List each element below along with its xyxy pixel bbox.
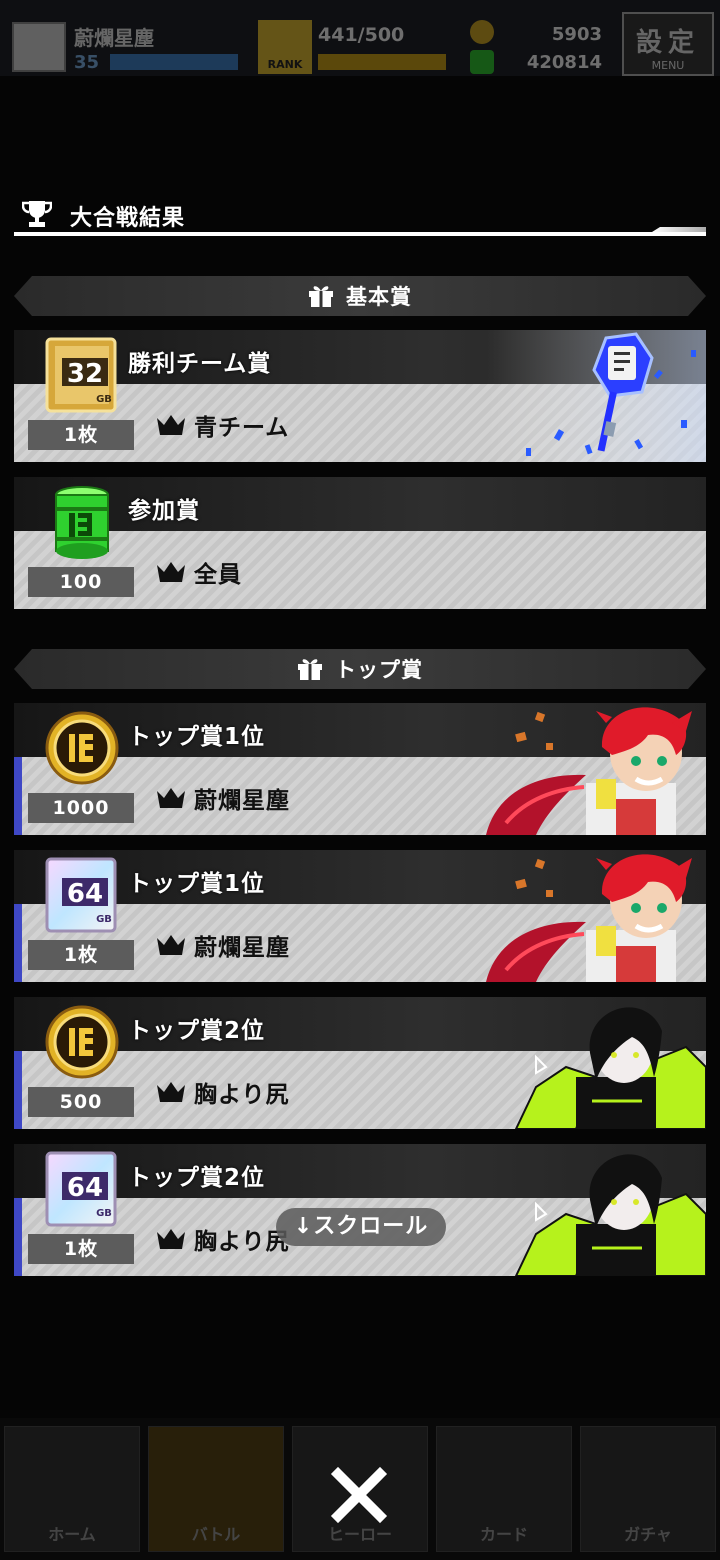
rank-badge: RANK [258, 20, 312, 74]
top-status-bar: 蔚爛星塵 35 RANK 441/500 5903 420814 設定 MENU [0, 0, 720, 76]
gift-icon [308, 284, 334, 308]
award-card: トップ賞2位 胸より尻 500 [14, 997, 706, 1129]
award-winner: 胸より尻 [156, 1075, 290, 1109]
chip-unit: GB [96, 1208, 112, 1219]
section-basic-award: 基本賞 [14, 276, 706, 316]
award-card: 32 GB 勝利チーム賞 青チーム 1枚 [14, 330, 706, 462]
award-card: 参加賞 全員 100 [14, 477, 706, 609]
award-winner: 青チーム [156, 408, 289, 442]
red-hair-character [486, 707, 692, 835]
settings-menu-button: 設定 MENU [622, 12, 714, 76]
gb-barrel-icon [470, 50, 494, 74]
results-header: 大合戦結果 [14, 196, 706, 238]
menu-label: MENU [651, 59, 685, 72]
stamina-bar [318, 54, 446, 70]
gift-icon [297, 657, 323, 681]
crown-icon [157, 1229, 185, 1249]
nav-gacha: ガチャ [580, 1426, 716, 1552]
award-card: トップ賞1位 蔚爛星塵 1000 [14, 703, 706, 835]
gold-coin-icon [470, 20, 494, 44]
award-winner: 蔚爛星塵 [156, 781, 290, 815]
player-level: 35 [74, 52, 100, 73]
black-hair-character [514, 1154, 706, 1276]
award-name: トップ賞2位 [128, 1165, 266, 1191]
award-quantity: 1000 [28, 793, 134, 823]
crown-icon [157, 562, 185, 582]
player-avatar [12, 22, 66, 72]
rank-accent-bar [14, 904, 22, 982]
award-card: 64 GB トップ賞1位 蔚爛星塵 1枚 [14, 850, 706, 982]
winner-name: 青チーム [194, 415, 290, 441]
player-name: 蔚爛星塵 [74, 26, 154, 50]
key-art [486, 330, 706, 462]
nav-home: ホーム [4, 1426, 140, 1552]
nav-battle: バトル [148, 1426, 284, 1552]
nav-card: カード [436, 1426, 572, 1552]
chip-64gb-icon: 64 GB [45, 857, 117, 933]
chip-64gb-icon: 64 GB [45, 1151, 117, 1227]
close-icon[interactable] [330, 1466, 388, 1524]
red-hair-character [486, 854, 692, 982]
award-quantity: 1枚 [28, 940, 134, 970]
award-winner: 胸より尻 [156, 1222, 290, 1256]
gb-amount: 420814 [526, 52, 602, 73]
scroll-hint[interactable]: ↓スクロール [276, 1208, 446, 1246]
award-name: 参加賞 [128, 498, 200, 524]
gold-amount: 5903 [551, 24, 602, 45]
gold-coin-icon [45, 1005, 119, 1079]
chip-unit: GB [96, 914, 112, 925]
header-rule [14, 232, 706, 236]
winner-name: 全員 [194, 562, 242, 588]
award-winner: 蔚爛星塵 [156, 928, 290, 962]
award-winner: 全員 [156, 555, 242, 589]
stamina-value: 441/500 [318, 24, 405, 46]
award-quantity: 1枚 [28, 420, 134, 450]
section-label: トップ賞 [335, 658, 423, 682]
rank-accent-bar [14, 1051, 22, 1129]
level-progress-bar [110, 54, 238, 70]
results-title: 大合戦結果 [70, 206, 186, 231]
chip-unit: GB [96, 394, 112, 405]
award-quantity: 500 [28, 1087, 134, 1117]
trophy-icon [22, 201, 52, 227]
gold-coin-icon [45, 711, 119, 785]
green-barrel-icon [55, 486, 109, 559]
crown-icon [157, 415, 185, 435]
section-label: 基本賞 [346, 285, 412, 309]
award-name: トップ賞1位 [128, 871, 266, 897]
settings-label: 設定 [635, 28, 700, 58]
chip-capacity: 64 [67, 1173, 103, 1203]
crown-icon [157, 935, 185, 955]
winner-name: 蔚爛星塵 [194, 788, 290, 814]
winner-name: 胸より尻 [194, 1082, 290, 1108]
rank-accent-bar [14, 757, 22, 835]
winner-name: 蔚爛星塵 [194, 935, 290, 961]
section-top-award: トップ賞 [14, 649, 706, 689]
award-name: トップ賞1位 [128, 724, 266, 750]
chip-capacity: 64 [67, 879, 103, 909]
chip-capacity: 32 [67, 359, 103, 389]
award-quantity: 1枚 [28, 1234, 134, 1264]
crown-icon [157, 788, 185, 808]
crown-icon [157, 1082, 185, 1102]
award-quantity: 100 [28, 567, 134, 597]
rank-accent-bar [14, 1198, 22, 1276]
black-hair-character [514, 1007, 706, 1129]
header-rule-accent [652, 227, 706, 232]
chip-32gb-icon: 32 GB [45, 337, 117, 413]
award-name: 勝利チーム賞 [128, 351, 272, 377]
award-name: トップ賞2位 [128, 1018, 266, 1044]
